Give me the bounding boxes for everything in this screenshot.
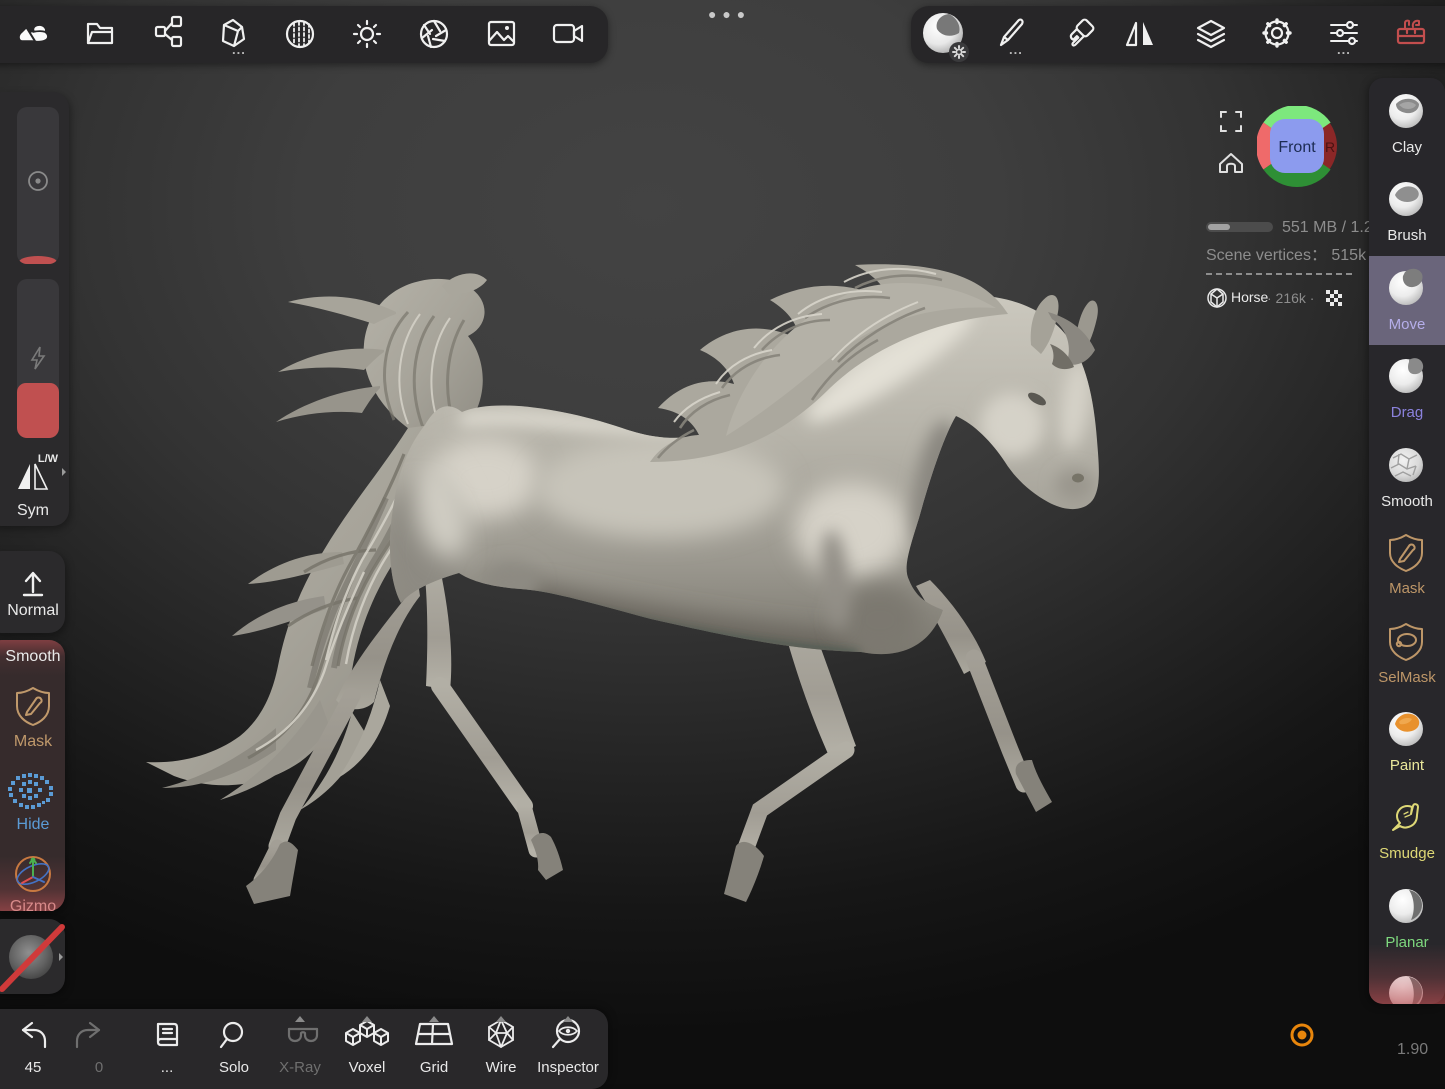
- svg-text:L/W: L/W: [38, 453, 59, 465]
- svg-text:R: R: [1325, 139, 1335, 155]
- svg-text:Front: Front: [1278, 139, 1316, 156]
